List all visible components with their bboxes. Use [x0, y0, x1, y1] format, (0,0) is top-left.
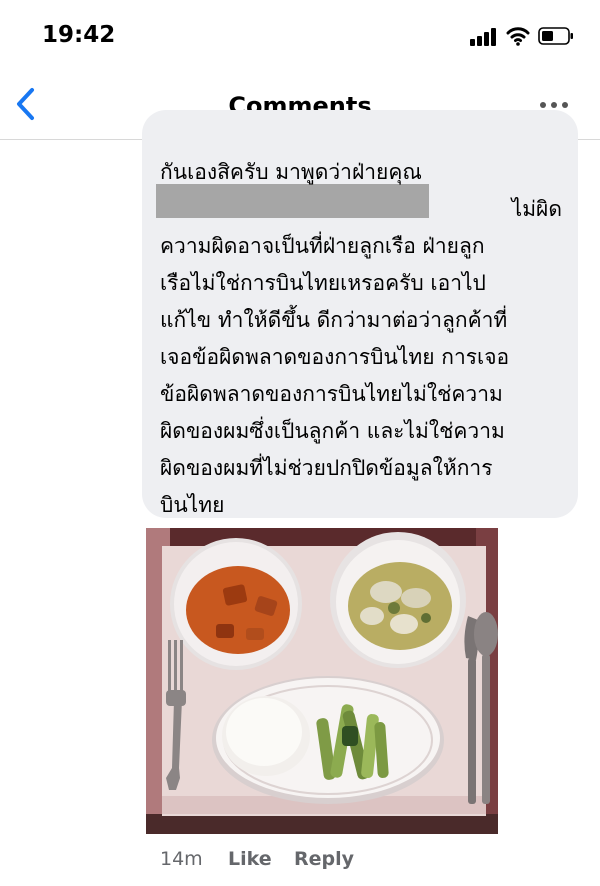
wifi-icon — [506, 27, 530, 46]
like-button[interactable]: Like — [228, 848, 272, 870]
comment-bubble: กันเองสิครับ มาพูดว่าฝ่ายคุณ ไม่ผิด ความ… — [142, 110, 578, 518]
comment-line: บินไทย — [160, 493, 225, 517]
comment-line: เจอข้อผิดพลาดของการบินไทย การเจอ — [160, 345, 510, 369]
status-bar: 19:42 — [0, 0, 600, 72]
comment-text: กันเองสิครับ มาพูดว่าฝ่ายคุณ ไม่ผิด ความ… — [160, 154, 570, 524]
comment-line: ความผิดอาจเป็นที่ฝ่ายลูกเรือ ฝ่ายลูก — [160, 234, 485, 258]
status-time: 19:42 — [42, 22, 116, 48]
comment-line: เรือไม่ใช่การบินไทยเหรอครับ เอาไป — [160, 271, 486, 295]
comment-line: ข้อผิดพลาดของการบินไทยไม่ใช่ความ — [160, 382, 503, 406]
food-tray-image — [146, 528, 498, 834]
comment-line: ผิดของผมที่ไม่ช่วยปกปิดข้อมูลให้การ — [160, 456, 493, 480]
attached-photo[interactable] — [146, 528, 498, 834]
comment-line: ไม่ผิด — [511, 197, 562, 221]
battery-icon — [538, 27, 573, 45]
cellular-signal-icon — [470, 28, 500, 46]
comment-timestamp: 14m — [160, 848, 203, 870]
comment-line: กันเองสิครับ มาพูดว่าฝ่ายคุณ — [160, 160, 422, 184]
comment-line: แก้ไข ทำให้ดีขึ้น ดีกว่ามาต่อว่าลูกค้าที… — [160, 308, 508, 332]
comment-line: ผิดของผมซึ่งเป็นลูกค้า และไม่ใช่ความ — [160, 419, 505, 443]
reply-button[interactable]: Reply — [294, 848, 354, 870]
